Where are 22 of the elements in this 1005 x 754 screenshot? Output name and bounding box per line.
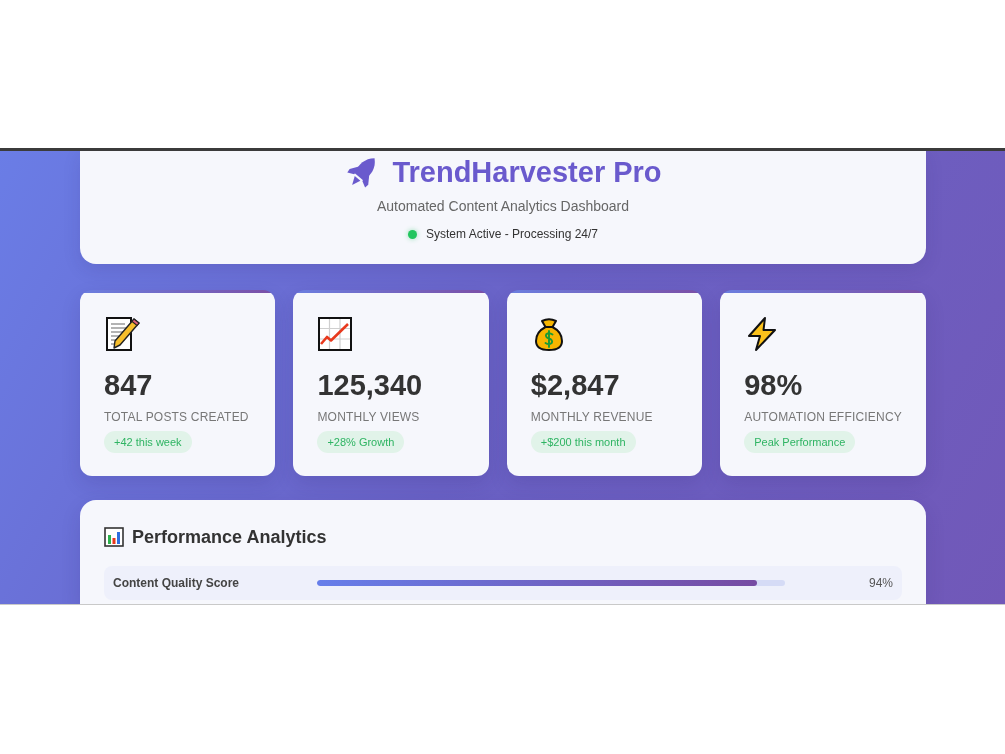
stat-label: MONTHLY REVENUE [530,409,653,425]
app-subtitle: Automated Content Analytics Dashboard [376,197,630,215]
stat-value: 847 [104,368,153,402]
stat-label: TOTAL POSTS CREATED [104,409,249,425]
line-chart-icon [317,316,354,352]
app-title: TrendHarvester Pro [392,155,662,190]
trend-badge: +28% Growth [317,431,405,453]
trend-badge: +42 this week [104,431,192,453]
section-title: Performance Analytics [132,526,327,549]
bar-chart-icon [104,527,124,547]
document-pencil-icon [104,316,140,352]
stat-label: MONTHLY VIEWS [317,409,420,425]
metric-label: Content Quality Score [113,576,241,590]
trend-badge: +$200 this month [530,431,636,453]
status-dot-icon [407,229,417,239]
stat-value: $2,847 [530,368,620,402]
stat-value: 125,340 [317,368,423,402]
stat-value: 98% [744,368,803,402]
trend-badge: Peak Performance [744,431,856,453]
stat-label: AUTOMATION EFFICIENCY [744,409,902,425]
status-text: System Active - Processing 24/7 [425,226,599,243]
metric-reading: 94% [867,576,893,590]
